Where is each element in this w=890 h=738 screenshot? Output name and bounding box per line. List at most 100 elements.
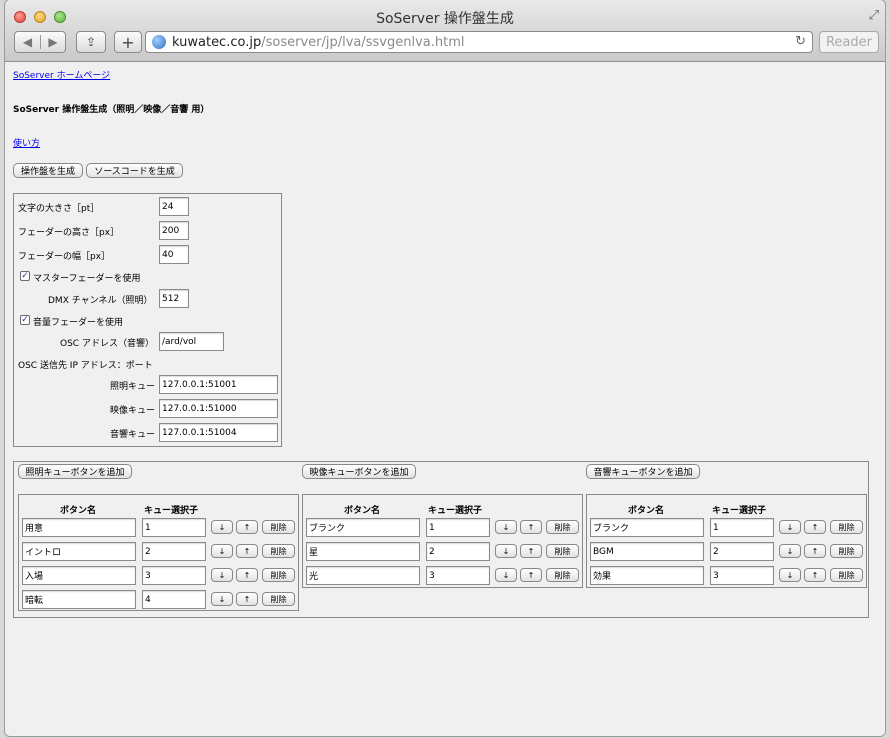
cue-name-input[interactable]: 入場 <box>22 566 136 585</box>
share-icon: ⇪ <box>85 35 97 49</box>
master-fader-label: マスターフェーダーを使用 <box>33 274 141 284</box>
font-size-input[interactable]: 24 <box>159 197 189 216</box>
forward-icon[interactable]: ▶ <box>39 35 65 49</box>
column-header-name: ボタン名 <box>344 506 381 516</box>
cue-selector-input[interactable]: 2 <box>710 542 774 561</box>
sound-cue-input[interactable]: 127.0.0.1:51004 <box>159 423 278 442</box>
column-header-selector: キュー選択子 <box>712 506 767 516</box>
column-header-name: ボタン名 <box>60 506 97 516</box>
osc-destination-label: OSC 送信先 IP アドレス：ポート <box>18 361 153 371</box>
move-up-button[interactable]: ↑ <box>520 544 542 558</box>
fullscreen-icon[interactable]: ⤢ <box>869 8 879 23</box>
move-down-button[interactable]: ↓ <box>779 544 801 558</box>
move-up-button[interactable]: ↑ <box>236 592 258 606</box>
sound-cue-table: ボタン名 キュー選択子 ブランク 1 ↓ ↑ 削除 BGM 2 ↓ ↑ 削除 効… <box>586 494 867 588</box>
cue-name-input[interactable]: 光 <box>306 566 420 585</box>
move-up-button[interactable]: ↑ <box>236 544 258 558</box>
globe-icon <box>152 35 166 49</box>
move-up-button[interactable]: ↑ <box>804 520 826 534</box>
address-bar[interactable]: kuwatec.co.jp/soserver/jp/lva/ssvgenlva.… <box>145 31 813 53</box>
fader-width-input[interactable]: 40 <box>159 245 189 264</box>
delete-button[interactable]: 削除 <box>546 520 579 534</box>
share-button[interactable]: ⇪ <box>76 31 106 53</box>
move-down-button[interactable]: ↓ <box>211 592 233 606</box>
delete-button[interactable]: 削除 <box>830 520 863 534</box>
browser-toolbar: SoServer 操作盤生成 ⤢ ◀ ▶ ⇪ + kuwatec.co.jp/s… <box>5 0 885 62</box>
osc-address-label: OSC アドレス（音響） <box>60 339 154 349</box>
add-sound-cue-button[interactable]: 音響キューボタンを追加 <box>586 464 700 479</box>
page-content: SoServer ホームページ SoServer 操作盤生成（照明／映像／音響 … <box>5 63 885 736</box>
lighting-cue-input[interactable]: 127.0.0.1:51001 <box>159 375 278 394</box>
delete-button[interactable]: 削除 <box>262 592 295 606</box>
delete-button[interactable]: 削除 <box>262 544 295 558</box>
back-forward-group: ◀ ▶ <box>14 31 66 53</box>
delete-button[interactable]: 削除 <box>830 544 863 558</box>
add-lighting-cue-button[interactable]: 照明キューボタンを追加 <box>18 464 132 479</box>
move-up-button[interactable]: ↑ <box>236 520 258 534</box>
cue-selector-input[interactable]: 4 <box>142 590 206 609</box>
generate-panel-button[interactable]: 操作盤を生成 <box>13 163 83 178</box>
cue-selector-input[interactable]: 3 <box>426 566 490 585</box>
delete-button[interactable]: 削除 <box>546 568 579 582</box>
delete-button[interactable]: 削除 <box>546 544 579 558</box>
video-cue-input[interactable]: 127.0.0.1:51000 <box>159 399 278 418</box>
move-down-button[interactable]: ↓ <box>495 520 517 534</box>
howto-link[interactable]: 使い方 <box>13 136 40 149</box>
cue-name-input[interactable]: 効果 <box>590 566 704 585</box>
move-up-button[interactable]: ↑ <box>520 568 542 582</box>
cue-name-input[interactable]: イントロ <box>22 542 136 561</box>
browser-window: SoServer 操作盤生成 ⤢ ◀ ▶ ⇪ + kuwatec.co.jp/s… <box>5 0 885 736</box>
cue-selector-input[interactable]: 2 <box>142 542 206 561</box>
delete-button[interactable]: 削除 <box>262 520 295 534</box>
url-host: kuwatec.co.jp <box>172 34 262 50</box>
delete-button[interactable]: 削除 <box>262 568 295 582</box>
settings-panel: 文字の大きさ［pt］ 24 フェーダーの高さ［px］ 200 フェーダーの幅［p… <box>13 193 282 447</box>
fader-height-input[interactable]: 200 <box>159 221 189 240</box>
back-icon[interactable]: ◀ <box>15 35 40 49</box>
cue-name-input[interactable]: BGM <box>590 542 704 561</box>
volume-fader-checkbox[interactable]: ✓ <box>20 315 30 325</box>
move-down-button[interactable]: ↓ <box>495 544 517 558</box>
move-down-button[interactable]: ↓ <box>495 568 517 582</box>
cue-name-input[interactable]: ブランク <box>590 518 704 537</box>
move-down-button[interactable]: ↓ <box>779 520 801 534</box>
cue-selector-input[interactable]: 1 <box>142 518 206 537</box>
move-down-button[interactable]: ↓ <box>779 568 801 582</box>
master-fader-checkbox[interactable]: ✓ <box>20 271 30 281</box>
page-title: SoServer 操作盤生成（照明／映像／音響 用） <box>13 105 210 115</box>
dmx-channel-input[interactable]: 512 <box>159 289 189 308</box>
move-up-button[interactable]: ↑ <box>804 544 826 558</box>
lighting-cue-table: ボタン名 キュー選択子 用意 1 ↓ ↑ 削除 イントロ 2 ↓ ↑ 削除 入場… <box>18 494 299 611</box>
move-down-button[interactable]: ↓ <box>211 568 233 582</box>
add-video-cue-button[interactable]: 映像キューボタンを追加 <box>302 464 416 479</box>
video-cue-table: ボタン名 キュー選択子 ブランク 1 ↓ ↑ 削除 星 2 ↓ ↑ 削除 光 3… <box>302 494 583 588</box>
cue-selector-input[interactable]: 1 <box>426 518 490 537</box>
reader-button[interactable]: Reader <box>819 31 879 53</box>
move-up-button[interactable]: ↑ <box>520 520 542 534</box>
move-down-button[interactable]: ↓ <box>211 544 233 558</box>
cue-selector-input[interactable]: 3 <box>142 566 206 585</box>
cue-name-input[interactable]: 星 <box>306 542 420 561</box>
url-path: /soserver/jp/lva/ssvgenlva.html <box>261 34 465 50</box>
cue-selector-input[interactable]: 1 <box>710 518 774 537</box>
cue-groups-panel: 照明キューボタンを追加 ボタン名 キュー選択子 用意 1 ↓ ↑ 削除 イントロ… <box>13 461 869 618</box>
home-link[interactable]: SoServer ホームページ <box>13 68 110 81</box>
delete-button[interactable]: 削除 <box>830 568 863 582</box>
reload-icon[interactable]: ↻ <box>795 34 806 49</box>
fader-width-label: フェーダーの幅［px］ <box>18 252 111 262</box>
video-cue-label: 映像キュー <box>110 406 156 416</box>
osc-address-input[interactable]: /ard/vol <box>159 332 224 351</box>
cue-name-input[interactable]: 暗転 <box>22 590 136 609</box>
cue-selector-input[interactable]: 3 <box>710 566 774 585</box>
column-header-selector: キュー選択子 <box>144 506 199 516</box>
add-bookmark-button[interactable]: + <box>114 31 142 53</box>
cue-selector-input[interactable]: 2 <box>426 542 490 561</box>
move-up-button[interactable]: ↑ <box>804 568 826 582</box>
column-header-name: ボタン名 <box>628 506 665 516</box>
move-down-button[interactable]: ↓ <box>211 520 233 534</box>
window-title: SoServer 操作盤生成 <box>376 11 514 27</box>
generate-source-button[interactable]: ソースコードを生成 <box>86 163 183 178</box>
cue-name-input[interactable]: 用意 <box>22 518 136 537</box>
move-up-button[interactable]: ↑ <box>236 568 258 582</box>
cue-name-input[interactable]: ブランク <box>306 518 420 537</box>
